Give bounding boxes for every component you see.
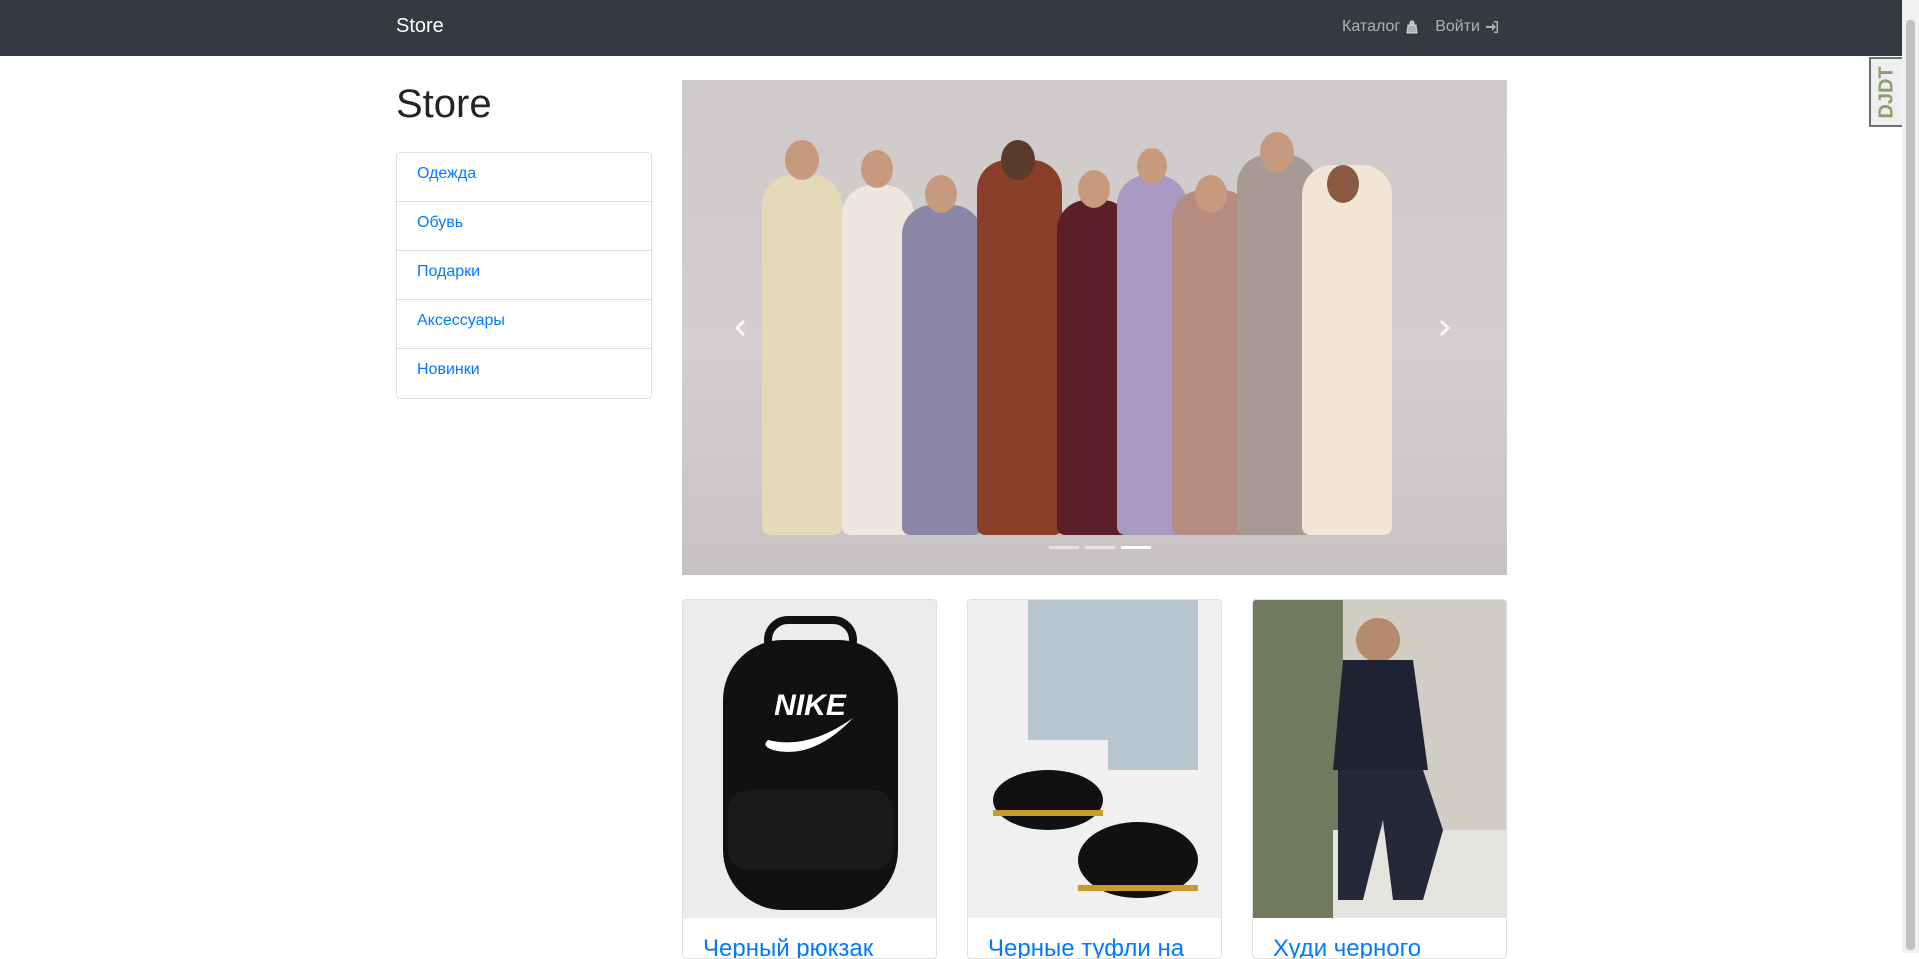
product-image-shoes[interactable] [968, 600, 1221, 918]
product-title-backpack[interactable]: Черный рюкзак [703, 935, 873, 958]
nav-links: Каталог Войти [1342, 18, 1499, 36]
product-card-hoodie: Худи черного [1252, 599, 1507, 959]
carousel-image [682, 80, 1507, 575]
login-link[interactable]: Войти [1435, 18, 1499, 36]
hero-carousel [682, 80, 1507, 575]
carousel-next-button[interactable] [1425, 298, 1465, 358]
catalog-link-label: Каталог [1342, 18, 1401, 35]
product-card-shoes: Черные туфли на [967, 599, 1222, 959]
category-item-clothing[interactable]: Одежда [397, 153, 651, 202]
chevron-right-icon [1440, 320, 1450, 336]
shopping-bag-icon [1406, 20, 1418, 34]
debug-toolbar-label: DJDT [1875, 65, 1898, 119]
svg-text:NIKE: NIKE [774, 689, 847, 722]
debug-toolbar-toggle[interactable]: DJDT [1869, 57, 1905, 127]
carousel-indicator-1[interactable] [1049, 546, 1079, 549]
carousel-prev-button[interactable] [720, 298, 760, 358]
category-item-new[interactable]: Новинки [397, 349, 651, 398]
sign-in-icon [1486, 21, 1498, 33]
carousel-indicator-3[interactable] [1121, 546, 1151, 549]
login-link-label: Войти [1435, 18, 1480, 35]
chevron-left-icon [735, 320, 745, 336]
scrollbar-thumb[interactable] [1906, 20, 1915, 950]
product-card-backpack: NIKE Черный рюкзак [682, 599, 937, 959]
navbar: Store Каталог Войти [0, 0, 1919, 56]
carousel-indicators [1049, 546, 1151, 549]
category-item-accessories[interactable]: Аксессуары [397, 300, 651, 349]
product-image-hoodie[interactable] [1253, 600, 1506, 918]
brand-link[interactable]: Store [396, 15, 444, 38]
category-list: Одежда Обувь Подарки Аксессуары Новинки [396, 152, 652, 399]
catalog-link[interactable]: Каталог [1342, 18, 1419, 36]
page-title: Store [396, 82, 492, 126]
page-scrollbar[interactable] [1902, 0, 1919, 953]
product-image-backpack[interactable]: NIKE [683, 600, 936, 918]
carousel-indicator-2[interactable] [1085, 546, 1115, 549]
category-item-gifts[interactable]: Подарки [397, 251, 651, 300]
product-title-shoes[interactable]: Черные туфли на [988, 935, 1184, 958]
product-title-hoodie[interactable]: Худи черного [1273, 935, 1421, 958]
category-item-shoes[interactable]: Обувь [397, 202, 651, 251]
